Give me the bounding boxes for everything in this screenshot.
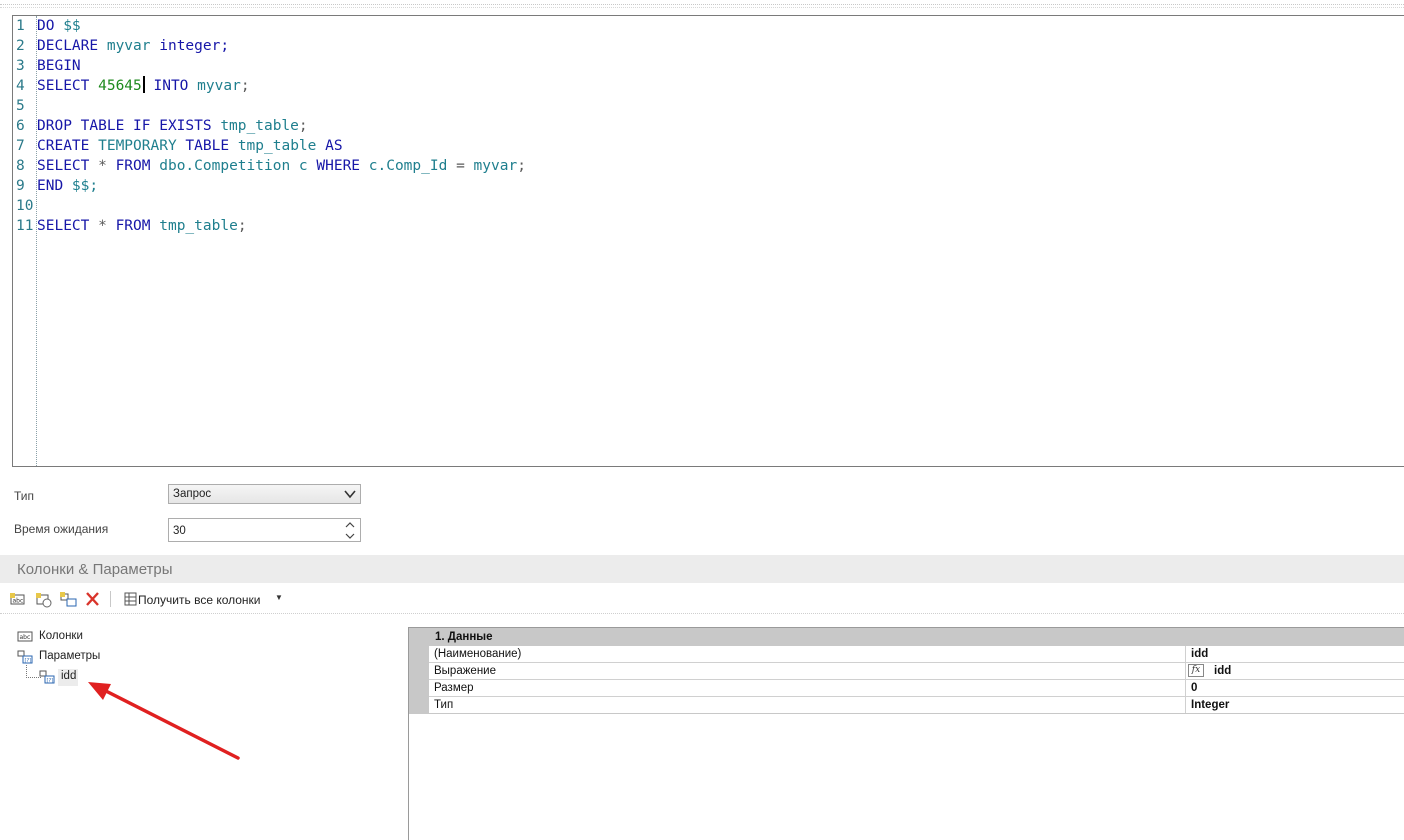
- annotation-arrow: [88, 682, 240, 760]
